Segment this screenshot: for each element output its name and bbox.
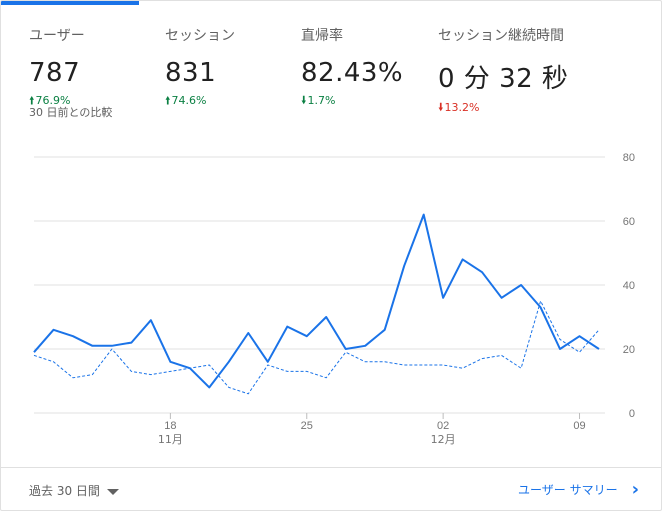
y-tick-label: 60 [623,216,635,228]
date-range-dropdown[interactable]: 過去 30 日間 [29,482,119,499]
x-tick-label: 25 [301,420,313,432]
x-tick-label: 09 [573,420,585,432]
metric-change: 🠛1.7% [301,92,403,111]
y-tick-label: 40 [623,280,635,292]
metric-label: セッション継続時間 [438,28,564,44]
series-line-previous-period [33,300,600,395]
metric-label: ユーザー [29,28,85,44]
metric-tab-sessions[interactable]: セッション 831 🠙74.6% [165,25,235,111]
metric-value: 0 分 32 秒 [438,64,569,94]
metric-label: セッション [165,28,235,44]
x-tick-sublabel: 12月 [431,433,456,446]
arrow-down-icon: 🠛 [301,94,307,107]
metric-label: 直帰率 [301,28,343,44]
y-tick-label: 80 [623,152,635,164]
x-tick-sublabel: 11月 [158,433,183,446]
y-tick-label: 20 [623,344,635,356]
chevron-right-icon: › [631,478,639,500]
selected-metric-indicator [1,1,139,5]
metric-tab-bounce-rate[interactable]: 直帰率 82.43% 🠛1.7% [301,25,403,111]
audience-overview-link[interactable]: ユーザー サマリー › [518,478,639,500]
audience-overview-card: ユーザー 787 🠙76.9% セッション 831 🠙74.6% 直帰率 82.… [0,0,662,511]
y-tick-label: 0 [629,408,635,420]
trend-line-chart: 0 20 40 60 80 1811月 25 0212月 09 [33,152,635,446]
metric-tab-session-duration[interactable]: セッション継続時間 0 分 32 秒 🠛13.2% [438,25,568,118]
x-tick-label: 02 [437,420,449,432]
metric-change-value: 1.7% [307,94,336,107]
metric-change: 🠛13.2% [438,99,568,118]
arrow-up-icon: 🠙 [165,94,171,107]
x-tick-label: 18 [164,420,176,432]
metric-value: 82.43% [301,58,404,88]
comparison-period-label: 30 日前との比較 [29,106,113,119]
arrow-down-icon: 🠛 [438,101,444,114]
report-link-label: ユーザー サマリー [518,483,618,497]
caret-down-icon [106,488,119,495]
metric-change-value: 13.2% [444,101,480,114]
metric-tab-users[interactable]: ユーザー 787 🠙76.9% [29,25,85,111]
card-footer: 過去 30 日間 ユーザー サマリー › [1,467,661,510]
series-line-current-period [33,213,600,389]
metric-value: 787 [29,58,81,88]
metric-change: 🠙74.6% [165,92,235,111]
metric-change-value: 74.6% [171,94,207,107]
metric-value: 831 [165,58,217,88]
date-range-label: 過去 30 日間 [29,484,100,498]
